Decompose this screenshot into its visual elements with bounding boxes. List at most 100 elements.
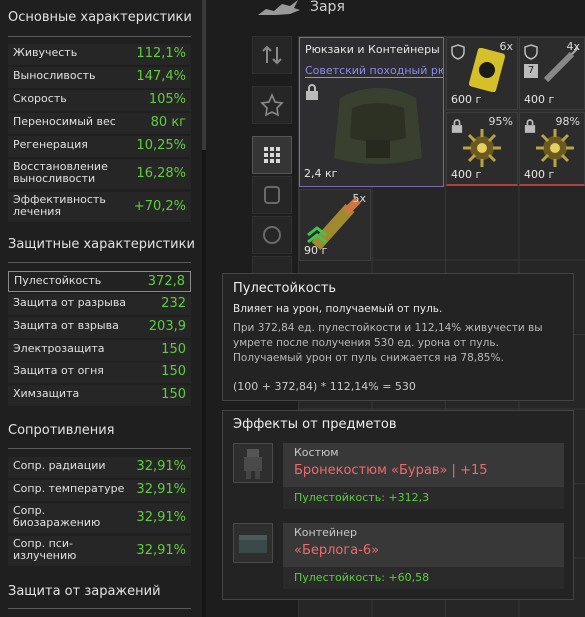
stat-row: Скорость 105% xyxy=(8,90,191,111)
stat-value: 150 xyxy=(161,387,186,402)
shield-icon xyxy=(451,44,465,60)
stat-row[interactable]: Защита от огня 150 xyxy=(8,362,191,383)
stat-label: Электрозащита xyxy=(13,342,105,355)
effect-info: Контейнер «Берлога-6» xyxy=(283,523,564,567)
stat-value: 150 xyxy=(161,342,186,357)
sort-icon xyxy=(262,45,282,65)
tab-all[interactable] xyxy=(252,136,292,174)
stat-row[interactable]: Электрозащита 150 xyxy=(8,340,191,361)
stat-label: Сопр. радиации xyxy=(13,459,106,472)
stat-label: Сопр. температуре xyxy=(13,482,125,495)
item-count: 4x xyxy=(566,40,580,53)
stat-value: 80 кг xyxy=(150,115,186,130)
armor-suit-icon xyxy=(233,443,273,483)
stat-row: Восстановление выносливости 16,28% xyxy=(8,159,191,189)
stat-value: 150 xyxy=(161,364,186,379)
faction-wolf-icon xyxy=(258,0,300,15)
star-icon xyxy=(260,92,284,117)
shield-icon xyxy=(524,44,538,60)
stat-label: Живучесть xyxy=(13,46,78,59)
effects-title: Эффекты от предметов xyxy=(233,417,397,432)
stat-row[interactable]: Химзащита 150 xyxy=(8,385,191,406)
stat-row[interactable]: Сопр. биозаражению 32,91% xyxy=(8,503,191,533)
stat-value: 32,91% xyxy=(136,459,186,474)
item-weight: 600 г xyxy=(451,93,482,106)
effect-bonus: Пулестойкость: +312,3 xyxy=(294,491,430,504)
section-title-defense: Защитные характеристики xyxy=(8,237,195,252)
effect-info: Костюм Бронекостюм «Бурав» | +15 xyxy=(283,443,564,487)
item-container-battery[interactable]: 6x 600 г xyxy=(446,37,518,110)
item-count: 5x xyxy=(352,192,366,205)
stat-label: Переносимый вес xyxy=(13,115,116,128)
item-tier-badge: 7 xyxy=(524,64,538,78)
item-backpack[interactable]: Рюкзаки и Контейнеры Советский походный … xyxy=(299,37,444,187)
stat-row: Эффективность лечения +70,2% xyxy=(8,192,191,222)
stat-row: Выносливость 147,4% xyxy=(8,67,191,88)
stat-row: Живучесть 112,1% xyxy=(8,44,191,65)
effect-bonus: Пулестойкость: +60,58 xyxy=(294,571,430,584)
stat-label: Эффективность лечения xyxy=(13,193,106,218)
stat-value: 10,25% xyxy=(136,138,186,153)
stat-row[interactable]: Сопр. пси-излучению 32,91% xyxy=(8,536,191,566)
effect-bonus-row: Пулестойкость: +60,58 xyxy=(283,567,564,589)
divider xyxy=(8,36,191,37)
stat-row[interactable]: Защита от разрыва 232 xyxy=(8,294,191,315)
battery-image xyxy=(468,48,506,92)
tooltip-title: Пулестойкость xyxy=(233,281,337,296)
stat-label: Восстановление выносливости xyxy=(13,160,108,185)
artifact-image xyxy=(536,129,574,167)
stat-label: Пулестойкость xyxy=(14,274,102,287)
item-artifact[interactable]: 98% 400 г xyxy=(519,112,585,186)
item-syringe[interactable]: 7 4x 400 г xyxy=(519,37,585,110)
tab-grenades[interactable] xyxy=(252,216,292,254)
stat-label: Выносливость xyxy=(13,69,96,82)
effect-card[interactable]: Костюм Бронекостюм «Бурав» | +15 Пулесто… xyxy=(233,443,564,509)
section-title-infection: Защита от заражений xyxy=(8,584,161,599)
divider xyxy=(8,262,191,263)
item-count: 6x xyxy=(499,40,513,53)
stat-row: Переносимый вес 80 кг xyxy=(8,113,191,134)
container-case-icon xyxy=(233,523,273,563)
stat-row-selected[interactable]: Пулестойкость 372,8 xyxy=(8,271,191,292)
stat-value: 32,91% xyxy=(136,482,186,497)
effect-category: Контейнер xyxy=(294,526,357,539)
tooltip-subtitle: Влияет на урон, получаемый от пуль. xyxy=(233,303,443,315)
item-artifact[interactable]: 95% 400 г xyxy=(446,112,518,186)
item-category: Рюкзаки и Контейнеры xyxy=(305,43,440,56)
stat-value: 16,28% xyxy=(136,166,186,181)
stat-value: 105% xyxy=(148,92,186,107)
effect-bonus-row: Пулестойкость: +312,3 xyxy=(283,487,564,509)
stat-label: Химзащита xyxy=(13,387,80,400)
stat-label: Защита от взрыва xyxy=(13,319,119,332)
effect-item-name: «Берлога-6» xyxy=(294,543,380,558)
item-name-link[interactable]: Советский походный рю... xyxy=(305,64,443,78)
tab-artifacts[interactable] xyxy=(252,86,292,124)
tab-backpacks[interactable] xyxy=(252,176,292,214)
effect-card[interactable]: Контейнер «Берлога-6» Пулестойкость: +60… xyxy=(233,523,564,589)
lock-icon xyxy=(306,84,318,100)
stat-row[interactable]: Сопр. радиации 32,91% xyxy=(8,457,191,478)
stat-row[interactable]: Защита от взрыва 203,9 xyxy=(8,317,191,338)
rank-chevron-icon xyxy=(307,226,327,244)
backpack-icon xyxy=(264,186,280,204)
section-title-resist: Сопротивления xyxy=(8,423,115,438)
item-weight: 400 г xyxy=(524,93,555,106)
tooltip-formula: (100 + 372,84) * 112,14% = 530 xyxy=(233,380,416,393)
stat-value: 372,8 xyxy=(147,274,185,289)
stat-row: Регенерация 10,25% xyxy=(8,136,191,157)
grid-icon xyxy=(264,147,280,163)
tab-other[interactable] xyxy=(252,256,292,274)
item-weight: 90 г xyxy=(304,244,328,257)
inventory-header: Заря xyxy=(206,0,585,32)
stat-value: 112,1% xyxy=(136,46,186,61)
grenade-icon xyxy=(263,226,281,244)
stat-label: Скорость xyxy=(13,92,67,105)
divider xyxy=(8,608,191,609)
item-durability: 98% xyxy=(555,115,580,128)
stat-row[interactable]: Сопр. температуре 32,91% xyxy=(8,480,191,501)
divider xyxy=(8,448,191,449)
item-ammo[interactable]: 5x 90 г xyxy=(299,189,371,261)
stat-value: 232 xyxy=(161,296,186,311)
stat-value: 32,91% xyxy=(136,543,186,558)
tab-sort[interactable] xyxy=(252,36,292,74)
